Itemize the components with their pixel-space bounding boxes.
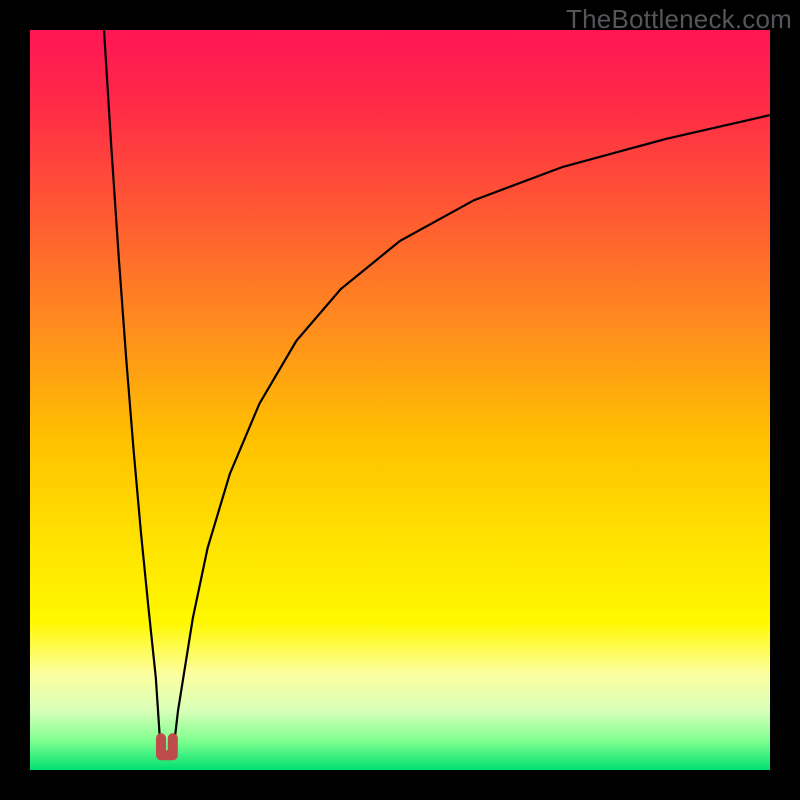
bottleneck-chart (30, 30, 770, 770)
chart-frame: TheBottleneck.com (0, 0, 800, 800)
plot-area (30, 30, 770, 770)
